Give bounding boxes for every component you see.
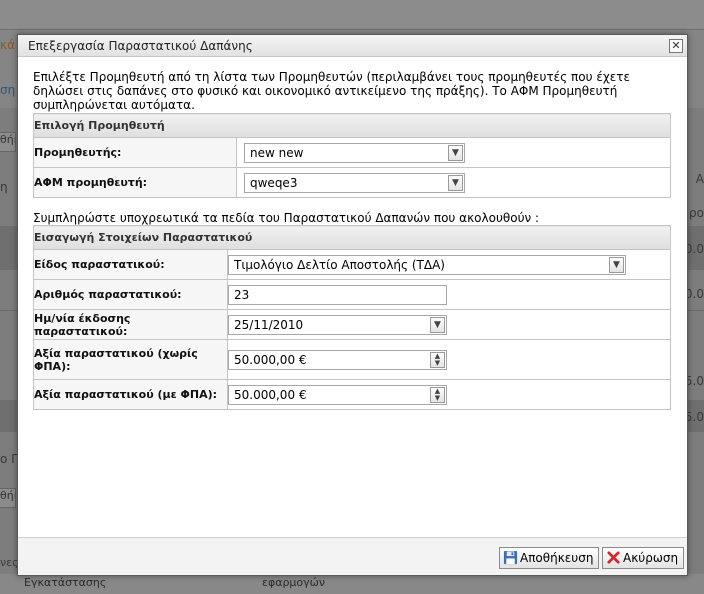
bg-button: θήκ: [0, 132, 16, 152]
chevron-down-icon[interactable]: ▼: [430, 316, 445, 333]
cancel-x-icon: [607, 551, 620, 564]
bg-text: Α: [695, 172, 704, 186]
bg-button: θήκ: [0, 488, 16, 508]
bg-link: ση: [0, 83, 16, 97]
doc-type-label: Είδος παραστατικού:: [33, 249, 228, 280]
afm-label: ΑΦΜ προμηθευτή:: [33, 167, 237, 198]
doc-type-select-value: Τιμολόγιο Δελτίο Αποστολής (ΤΔΑ): [234, 257, 445, 272]
doc-net-value: 50.000,00 €: [234, 352, 307, 367]
instruction-text: Συμπληρώστε υποχρεωτικά τα πεδία του Παρ…: [33, 211, 540, 225]
floppy-disk-icon: [503, 550, 518, 565]
bg-header: [0, 0, 704, 30]
supplier-section-header: Επιλογή Προμηθευτή: [33, 113, 671, 138]
dialog-footer: Αποθήκευση Ακύρωση: [18, 537, 687, 575]
dialog-body: Επιλέξτε Προμηθευτή από τη λίστα των Προ…: [18, 58, 687, 538]
supplier-select-value: new new: [250, 145, 304, 160]
doc-gross-value: 50.000,00 €: [234, 387, 307, 402]
intro-text: Επιλέξτε Προμηθευτή από τη λίστα των Προ…: [33, 70, 630, 112]
afm-select-value: qweqe3: [250, 175, 298, 190]
doc-date-select[interactable]: 25/11/2010 ▼: [228, 314, 447, 335]
doc-type-select[interactable]: Τιμολόγιο Δελτίο Αποστολής (ΤΔΑ) ▼: [228, 254, 626, 275]
doc-number-input[interactable]: 23: [228, 284, 447, 305]
supplier-section: Επιλογή Προμηθευτή Προμηθευτής: new new …: [33, 113, 671, 198]
doc-date-label: Ημ/νία έκδοσης παραστατικού:: [33, 309, 228, 340]
stepper-icon[interactable]: ▲ ▼: [430, 386, 445, 403]
bg-text: Εγκατάστασης: [24, 576, 107, 589]
document-section-header: Εισαγωγή Στοιχείων Παραστατικού: [33, 225, 671, 250]
doc-number-label: Αριθμός παραστατικού:: [33, 279, 228, 310]
bg-text: ρο: [689, 206, 704, 220]
bg-tab: κά: [0, 38, 15, 52]
cancel-button-label: Ακύρωση: [623, 551, 679, 565]
chevron-down-icon[interactable]: ▼: [609, 256, 624, 273]
doc-net-value-label: Αξία παραστατικού (χωρίς ΦΠΑ):: [33, 339, 228, 380]
document-section: Εισαγωγή Στοιχείων Παραστατικού Είδος πα…: [33, 225, 671, 410]
bg-text: εφαρμογών: [262, 576, 326, 589]
doc-gross-value-input[interactable]: 50.000,00 € ▲ ▼: [228, 384, 447, 405]
doc-date-value: 25/11/2010: [234, 317, 304, 332]
doc-net-value-input[interactable]: 50.000,00 € ▲ ▼: [228, 349, 447, 370]
supplier-select[interactable]: new new ▼: [244, 142, 465, 163]
afm-select[interactable]: qweqe3 ▼: [244, 172, 465, 193]
chevron-down-icon[interactable]: ▼: [448, 174, 463, 191]
stepper-icon[interactable]: ▲ ▼: [430, 351, 445, 368]
save-button[interactable]: Αποθήκευση: [499, 547, 600, 569]
supplier-label: Προμηθευτής:: [33, 137, 237, 168]
close-icon[interactable]: ✕: [669, 39, 683, 53]
cancel-button[interactable]: Ακύρωση: [602, 547, 685, 569]
dialog-title: Επεξεργασία Παραστατικού Δαπάνης: [18, 35, 687, 57]
edit-expense-dialog: Επεξεργασία Παραστατικού Δαπάνης ✕ Επιλέ…: [17, 34, 688, 576]
bg-text: νες: [0, 556, 19, 569]
chevron-down-icon[interactable]: ▼: [448, 144, 463, 161]
doc-gross-value-label: Αξία παραστατικού (με ΦΠΑ):: [33, 379, 228, 410]
save-button-label: Αποθήκευση: [520, 551, 594, 565]
bg-text: η: [0, 180, 8, 194]
